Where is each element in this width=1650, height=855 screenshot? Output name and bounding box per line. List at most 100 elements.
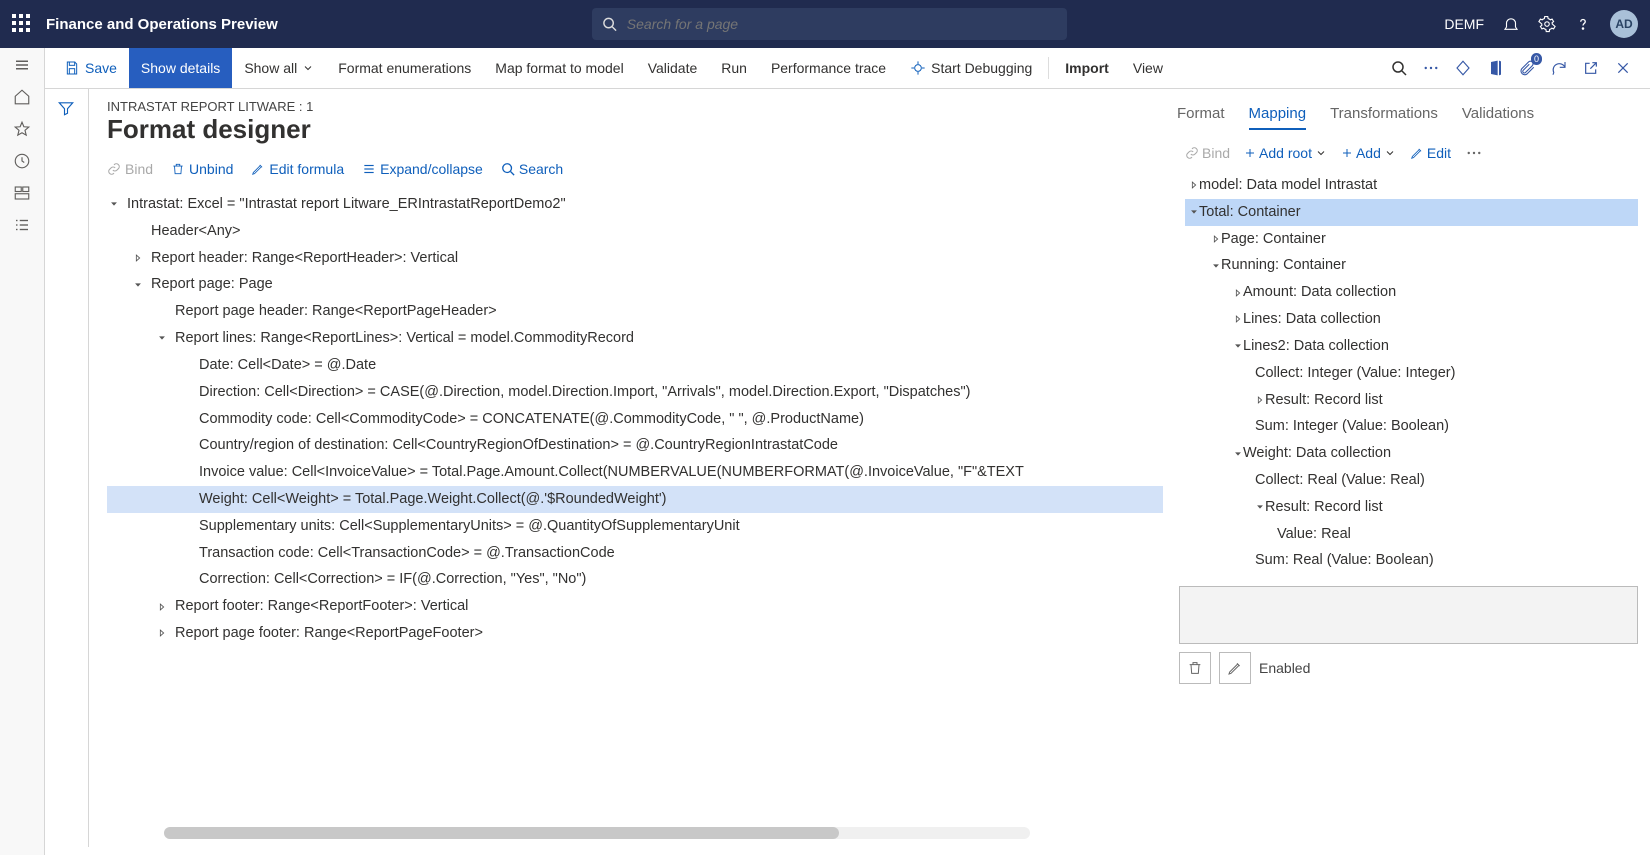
filter-icon[interactable] bbox=[57, 99, 75, 847]
format-tree-node[interactable]: Header<Any> bbox=[107, 218, 1163, 245]
mapping-tree-node[interactable]: Sum: Real (Value: Boolean) bbox=[1185, 547, 1638, 574]
run-button[interactable]: Run bbox=[709, 48, 759, 88]
edit-formula-button[interactable]: Edit formula bbox=[251, 161, 344, 177]
expand-arrow-icon[interactable] bbox=[1211, 234, 1221, 244]
global-search[interactable] bbox=[592, 8, 1067, 40]
office-icon[interactable] bbox=[1486, 59, 1504, 77]
recent-icon[interactable] bbox=[13, 152, 31, 170]
map-format-button[interactable]: Map format to model bbox=[483, 48, 635, 88]
format-tree-node[interactable]: Weight: Cell<Weight> = Total.Page.Weight… bbox=[107, 486, 1163, 513]
refresh-icon[interactable] bbox=[1550, 59, 1568, 77]
mapping-tree-node[interactable]: Value: Real bbox=[1185, 521, 1638, 548]
expand-arrow-icon[interactable] bbox=[1233, 288, 1243, 298]
format-tree-node[interactable]: Date: Cell<Date> = @.Date bbox=[107, 352, 1163, 379]
app-launcher-icon[interactable] bbox=[12, 14, 32, 34]
diamond-icon[interactable] bbox=[1454, 59, 1472, 77]
validate-button[interactable]: Validate bbox=[636, 48, 710, 88]
star-icon[interactable] bbox=[13, 120, 31, 138]
global-search-input[interactable] bbox=[625, 15, 1057, 33]
format-tree-node[interactable]: Report footer: Range<ReportFooter>: Vert… bbox=[107, 593, 1163, 620]
tab-format[interactable]: Format bbox=[1177, 99, 1225, 130]
expand-arrow-icon[interactable] bbox=[1189, 180, 1199, 190]
format-tree-node[interactable]: Report lines: Range<ReportLines>: Vertic… bbox=[107, 325, 1163, 352]
mapping-tree-node[interactable]: Page: Container bbox=[1185, 226, 1638, 253]
expand-arrow-icon[interactable] bbox=[1211, 261, 1221, 271]
show-details-button[interactable]: Show details bbox=[129, 48, 232, 88]
attachments-icon[interactable]: 0 bbox=[1518, 59, 1536, 77]
company-label[interactable]: DEMF bbox=[1444, 16, 1484, 32]
formula-box[interactable] bbox=[1179, 586, 1638, 644]
expand-arrow-icon[interactable] bbox=[1233, 341, 1243, 351]
mapping-tree-node[interactable]: Sum: Integer (Value: Boolean) bbox=[1185, 413, 1638, 440]
edit-button[interactable]: Edit bbox=[1410, 145, 1451, 161]
tab-mapping[interactable]: Mapping bbox=[1249, 99, 1307, 130]
expand-arrow-icon[interactable] bbox=[155, 331, 169, 345]
format-tree-node[interactable]: Report page: Page bbox=[107, 271, 1163, 298]
save-button[interactable]: Save bbox=[52, 48, 129, 88]
format-tree-node[interactable]: Correction: Cell<Correction> = IF(@.Corr… bbox=[107, 566, 1163, 593]
mapping-tree-node[interactable]: Lines2: Data collection bbox=[1185, 333, 1638, 360]
expand-arrow-icon[interactable] bbox=[131, 278, 145, 292]
bind-button[interactable]: Bind bbox=[107, 161, 153, 177]
format-tree-node[interactable]: Report header: Range<ReportHeader>: Vert… bbox=[107, 245, 1163, 272]
expand-arrow-icon[interactable] bbox=[155, 600, 169, 614]
bell-icon[interactable] bbox=[1502, 15, 1520, 33]
mapping-tree-node[interactable]: Result: Record list bbox=[1185, 494, 1638, 521]
mapping-tree-node[interactable]: Lines: Data collection bbox=[1185, 306, 1638, 333]
format-tree-node[interactable]: Country/region of destination: Cell<Coun… bbox=[107, 432, 1163, 459]
home-icon[interactable] bbox=[13, 88, 31, 106]
workspace-icon[interactable] bbox=[13, 184, 31, 202]
close-icon[interactable] bbox=[1614, 59, 1632, 77]
add-button[interactable]: Add bbox=[1341, 145, 1396, 161]
start-debugging-button[interactable]: Start Debugging bbox=[898, 48, 1044, 88]
mapping-tree-node[interactable]: Collect: Real (Value: Real) bbox=[1185, 467, 1638, 494]
format-enumerations-button[interactable]: Format enumerations bbox=[326, 48, 483, 88]
modules-icon[interactable] bbox=[13, 216, 31, 234]
more-icon[interactable] bbox=[1422, 59, 1440, 77]
popout-icon[interactable] bbox=[1582, 59, 1600, 77]
menu-toggle-icon[interactable] bbox=[13, 56, 31, 74]
format-tree-node[interactable]: Report page header: Range<ReportPageHead… bbox=[107, 298, 1163, 325]
mapping-tree-node[interactable]: Amount: Data collection bbox=[1185, 279, 1638, 306]
import-button[interactable]: Import bbox=[1053, 48, 1121, 88]
expand-arrow-icon[interactable] bbox=[1233, 314, 1243, 324]
format-tree[interactable]: Intrastat: Excel = "Intrastat report Lit… bbox=[89, 187, 1173, 657]
help-icon[interactable] bbox=[1574, 15, 1592, 33]
format-tree-node[interactable]: Intrastat: Excel = "Intrastat report Lit… bbox=[107, 191, 1163, 218]
mapping-more-button[interactable] bbox=[1465, 144, 1483, 162]
format-tree-node[interactable]: Commodity code: Cell<CommodityCode> = CO… bbox=[107, 406, 1163, 433]
tab-transformations[interactable]: Transformations bbox=[1330, 99, 1438, 130]
scrollbar-horizontal[interactable] bbox=[164, 827, 1030, 839]
expand-arrow-icon[interactable] bbox=[1255, 395, 1265, 405]
view-button[interactable]: View bbox=[1121, 48, 1175, 88]
edit-formula-icon-button[interactable] bbox=[1219, 652, 1251, 684]
mapping-tree-node[interactable]: Collect: Integer (Value: Integer) bbox=[1185, 360, 1638, 387]
expand-arrow-icon[interactable] bbox=[107, 197, 121, 211]
format-tree-node[interactable]: Invoice value: Cell<InvoiceValue> = Tota… bbox=[107, 459, 1163, 486]
mapping-bind-button[interactable]: Bind bbox=[1185, 145, 1230, 161]
mapping-tree-node[interactable]: model: Data model Intrastat bbox=[1185, 172, 1638, 199]
performance-trace-button[interactable]: Performance trace bbox=[759, 48, 898, 88]
expand-arrow-icon[interactable] bbox=[131, 251, 145, 265]
format-tree-node[interactable]: Transaction code: Cell<TransactionCode> … bbox=[107, 540, 1163, 567]
mapping-tree[interactable]: model: Data model IntrastatTotal: Contai… bbox=[1173, 172, 1638, 580]
format-tree-node[interactable]: Supplementary units: Cell<SupplementaryU… bbox=[107, 513, 1163, 540]
expand-arrow-icon[interactable] bbox=[1233, 449, 1243, 459]
delete-formula-button[interactable] bbox=[1179, 652, 1211, 684]
avatar[interactable]: AD bbox=[1610, 10, 1638, 38]
cmd-search-icon[interactable] bbox=[1390, 59, 1408, 77]
format-tree-node[interactable]: Report page footer: Range<ReportPageFoot… bbox=[107, 620, 1163, 647]
add-root-button[interactable]: Add root bbox=[1244, 145, 1327, 161]
show-all-button[interactable]: Show all bbox=[232, 48, 326, 88]
expand-arrow-icon[interactable] bbox=[1255, 502, 1265, 512]
expand-arrow-icon[interactable] bbox=[1189, 207, 1199, 217]
tab-validations[interactable]: Validations bbox=[1462, 99, 1534, 130]
mapping-tree-node[interactable]: Total: Container bbox=[1185, 199, 1638, 226]
unbind-button[interactable]: Unbind bbox=[171, 161, 233, 177]
mapping-tree-node[interactable]: Running: Container bbox=[1185, 252, 1638, 279]
tree-search-button[interactable]: Search bbox=[501, 161, 563, 177]
expand-arrow-icon[interactable] bbox=[155, 626, 169, 640]
expand-collapse-button[interactable]: Expand/collapse bbox=[362, 161, 483, 177]
gear-icon[interactable] bbox=[1538, 15, 1556, 33]
mapping-tree-node[interactable]: Weight: Data collection bbox=[1185, 440, 1638, 467]
